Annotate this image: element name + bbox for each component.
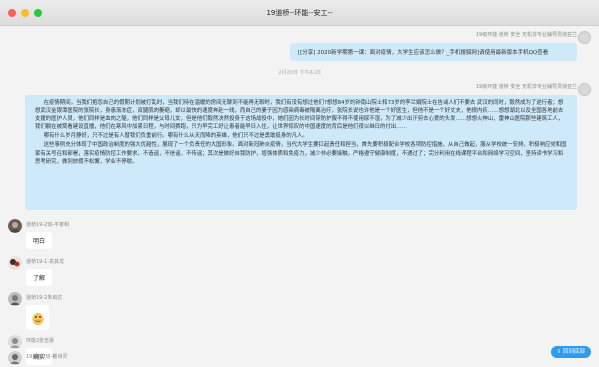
article-paragraph: 在疫情期间，当我们抱怨自己的假期计划被打乱时，当我们待在温暖的房间无聊到不能再无… — [35, 100, 564, 131]
message-bubble[interactable]: 了解 — [26, 269, 53, 286]
scroll-to-bottom-label: 回到底部 — [562, 349, 585, 355]
shared-link-bubble[interactable]: [[分享] 2020新学期第一课：面对疫情，大学生应该怎么做？_手机搜狐网]请使… — [290, 43, 577, 61]
message-bubble[interactable]: 明白 — [26, 232, 53, 249]
article-message-bubble[interactable]: 在疫情期间，当我们抱怨自己的假期计划被打乱时，当我们待在温暖的房间无聊到不能再无… — [25, 95, 577, 210]
avatar[interactable] — [8, 351, 22, 365]
window-title: 19道桥--环能--安工-- — [266, 9, 333, 17]
sticker-message[interactable] — [26, 305, 49, 330]
message-sender: 道桥19-2朱启达 — [26, 295, 63, 301]
message-sender: 道桥19-2班-平家和 — [26, 222, 70, 228]
timestamp: 2月20日 下午6:20 — [278, 70, 321, 76]
message-sender: 19级环能 道桥 安全 无机非专业辅导员徐亚兰 — [475, 84, 577, 90]
sticker-emoji-icon — [32, 312, 43, 325]
avatar[interactable] — [8, 335, 22, 349]
avatar[interactable] — [578, 83, 591, 96]
message-sender: 道桥19-1-袁其龙 — [26, 259, 65, 265]
article-paragraph: 这些事例充分体现了中国政治制度的强大优越性，展现了一个负责任的大国形象。面对新冠… — [35, 142, 567, 165]
message-sender: 19道桥2班-戴诗灵 — [26, 354, 68, 360]
message-sender: 环能2张吉豪 — [26, 338, 55, 344]
avatar[interactable] — [578, 31, 591, 44]
avatar[interactable] — [8, 219, 22, 233]
avatar[interactable] — [8, 256, 22, 270]
message-sender: 19级环能 道桥 安全 无机非专业辅导员徐亚兰 — [475, 32, 577, 38]
article-paragraph: 哪有什么岁月静好，只不过是有人替我们负重前行。哪有什么从天而降的英雄，他们只不过… — [43, 133, 308, 140]
window-titlebar: 19道桥--环能--安工-- — [0, 0, 599, 26]
scroll-to-bottom-button[interactable]: ⇩ 回到底部 — [550, 346, 591, 358]
avatar[interactable] — [8, 292, 22, 306]
chat-message-list[interactable]: 19级环能 道桥 安全 无机非专业辅导员徐亚兰 [[分享] 2020新学期第一课… — [0, 26, 599, 367]
